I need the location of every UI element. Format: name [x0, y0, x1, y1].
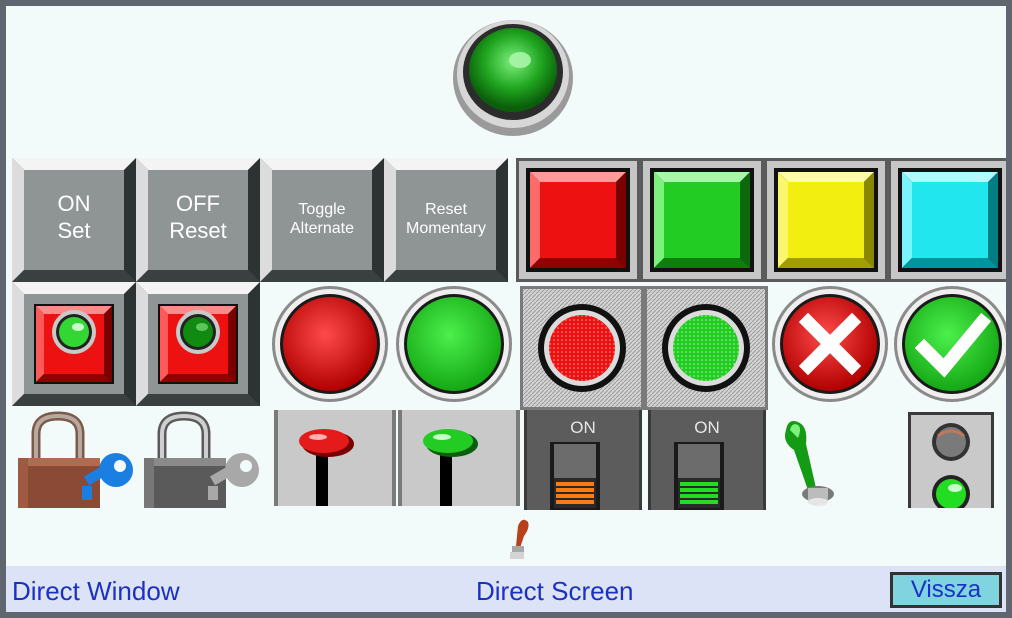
red-round-button[interactable] — [268, 284, 392, 408]
red-lever-switch-icon[interactable] — [274, 410, 396, 506]
green-dotted-lamp-icon — [644, 286, 768, 410]
reset-momentary-label: Reset Momentary — [405, 201, 487, 237]
on-set-button[interactable]: ON Set — [12, 158, 136, 282]
orange-on-toggle-switch[interactable]: ON — [524, 410, 642, 510]
green-on-toggle-switch[interactable]: ON — [648, 410, 766, 510]
yellow-square-button[interactable] — [764, 158, 888, 282]
toggle-alternate-button[interactable]: Toggle Alternate — [260, 158, 384, 282]
direct-window-link[interactable]: Direct Window — [12, 576, 180, 607]
direct-screen-link[interactable]: Direct Screen — [476, 576, 634, 607]
off-reset-button[interactable]: OFF Reset — [136, 158, 260, 282]
off-reset-label: OFF Reset — [169, 191, 227, 244]
on-set-label: ON Set — [57, 191, 91, 244]
bottom-navigation-bar: Direct Window Direct Screen Vissza — [6, 566, 1006, 612]
padlock-gray-key-icon[interactable] — [138, 410, 264, 508]
small-red-lever-icon[interactable] — [502, 516, 532, 562]
lamp-button-off[interactable] — [136, 282, 260, 406]
hmi-screen: ON Set OFF Reset Toggle Alternate Reset … — [6, 6, 1006, 612]
green-toggle-on-label: ON — [694, 418, 720, 437]
toggle-alternate-label: Toggle Alternate — [289, 201, 355, 237]
red-square-button[interactable] — [516, 158, 640, 282]
green-square-button[interactable] — [640, 158, 764, 282]
green-lever-switch-icon[interactable] — [398, 410, 520, 506]
red-dotted-lamp-icon — [520, 286, 644, 410]
orange-toggle-on-label: ON — [570, 418, 596, 437]
green-joystick-lever-icon[interactable] — [774, 416, 844, 508]
reset-momentary-button[interactable]: Reset Momentary — [384, 158, 508, 282]
top-indicator-lamp-icon — [448, 10, 578, 140]
green-round-button[interactable] — [392, 284, 516, 408]
checkmark-icon[interactable] — [892, 284, 1006, 408]
padlock-blue-key-icon[interactable] — [12, 410, 138, 508]
lamp-button-on[interactable] — [12, 282, 136, 406]
cyan-square-button[interactable] — [888, 158, 1006, 282]
back-button[interactable]: Vissza — [890, 572, 1002, 608]
close-x-icon[interactable] — [770, 284, 894, 408]
traffic-light-icon — [908, 412, 994, 508]
